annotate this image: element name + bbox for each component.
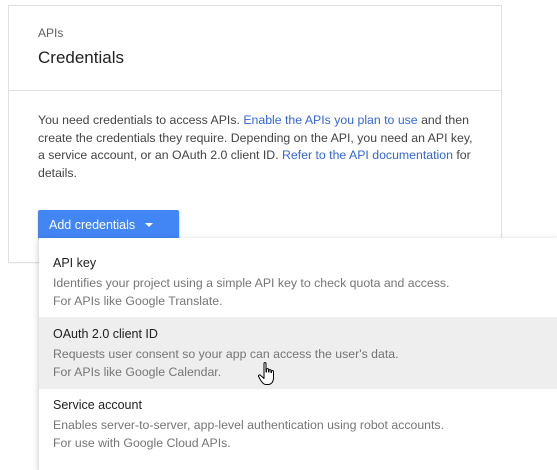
menu-item-title: OAuth 2.0 client ID: [53, 327, 158, 341]
menu-item-subtitle: For use with Google Cloud APIs.: [53, 436, 231, 450]
add-credentials-label: Add credentials: [49, 217, 136, 232]
card-header: APIs Credentials: [9, 6, 501, 91]
credentials-dropdown-menu: API key Identifies your project using a …: [39, 238, 557, 470]
page-title: Credentials: [38, 48, 124, 67]
menu-item-subtitle: For APIs like Google Translate.: [53, 294, 223, 308]
menu-item-oauth-client-id[interactable]: OAuth 2.0 client ID Requests user consen…: [39, 317, 557, 389]
enable-apis-link[interactable]: Enable the APIs you plan to use: [243, 113, 417, 127]
caret-down-icon: [145, 222, 154, 227]
menu-item-title: Service account: [53, 398, 142, 412]
credentials-card: APIs Credentials You need credentials to…: [8, 5, 502, 263]
credentials-description: You need credentials to access APIs. Ena…: [38, 112, 482, 182]
menu-item-description: Enables server-to-server, app-level auth…: [53, 418, 444, 432]
menu-item-description: Identifies your project using a simple A…: [53, 276, 450, 290]
section-label: APIs: [38, 26, 64, 40]
menu-item-subtitle: For APIs like Google Calendar.: [53, 365, 222, 379]
menu-item-service-account[interactable]: Service account Enables server-to-server…: [39, 388, 557, 460]
menu-item-title: API key: [53, 256, 97, 270]
hand-pointer-icon: [257, 362, 274, 385]
api-documentation-link[interactable]: Refer to the API documentation: [282, 148, 453, 162]
menu-item-description: Requests user consent so your app can ac…: [53, 347, 399, 361]
add-credentials-button[interactable]: Add credentials: [38, 210, 179, 239]
description-text-1: You need credentials to access APIs.: [38, 113, 244, 127]
menu-item-api-key[interactable]: API key Identifies your project using a …: [39, 246, 557, 318]
